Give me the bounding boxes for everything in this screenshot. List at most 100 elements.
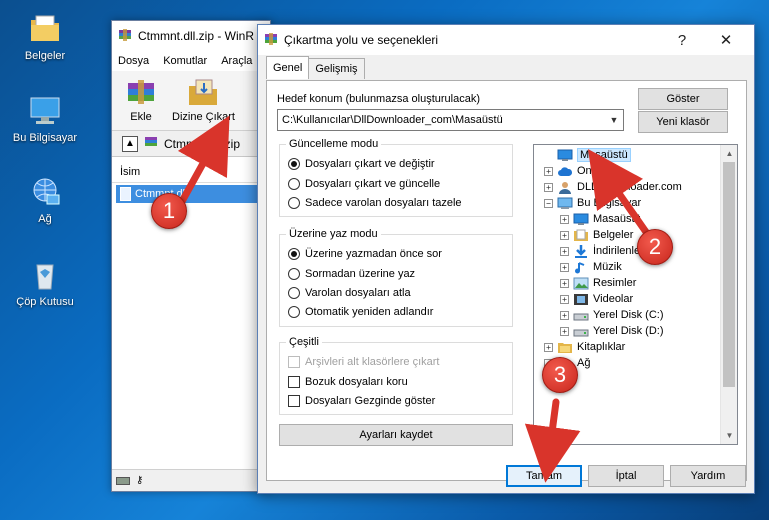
desktop-icon-recycle-bin[interactable]: Çöp Kutusu <box>3 258 87 308</box>
misc-option-subfolders: Arşivleri alt klasörlere çıkart <box>288 356 439 368</box>
checkbox[interactable] <box>288 376 300 388</box>
scrollbar-thumb[interactable] <box>723 162 735 387</box>
close-button[interactable]: ✕ <box>704 25 748 55</box>
chevron-down-icon[interactable]: ▼ <box>605 110 623 130</box>
help-title-button[interactable]: ? <box>660 25 704 55</box>
tree-node-12[interactable]: + Kitaplıklar <box>544 339 625 355</box>
expand-icon[interactable]: + <box>560 214 569 224</box>
tree-node-9[interactable]: + Videolar <box>560 291 633 307</box>
misc-option-show-in-explorer[interactable]: Dosyaları Gezginde göster <box>288 395 435 407</box>
desktop-icon-documents[interactable]: Belgeler <box>3 12 87 62</box>
column-header-label: İsim <box>120 165 141 178</box>
tab-general[interactable]: Genel <box>266 56 310 79</box>
extract-to-button[interactable]: Dizine Çıkart <box>172 77 235 130</box>
tree-node-label: Belgeler <box>593 229 634 241</box>
tree-node-label: Resimler <box>593 277 637 289</box>
radio-unselected[interactable] <box>288 287 300 299</box>
status-bar: ⚷ <box>112 469 270 491</box>
update-mode-option-update[interactable]: Dosyaları çıkart ve güncelle <box>288 178 440 190</box>
tree-node-11[interactable]: + Yerel Disk (D:) <box>560 323 664 339</box>
tree-node-label: Müzik <box>593 261 622 273</box>
overwrite-option-rename[interactable]: Otomatik yeniden adlandır <box>288 306 433 318</box>
tree-node-5[interactable]: + Belgeler <box>560 227 633 243</box>
column-header-name[interactable]: İsim <box>112 161 270 183</box>
radio-selected[interactable] <box>288 158 300 170</box>
show-button[interactable]: Göster <box>638 88 728 110</box>
up-folder-icon[interactable]: ▲ <box>122 135 138 152</box>
add-button[interactable]: Ekle <box>124 77 158 130</box>
expand-icon[interactable]: + <box>544 342 553 352</box>
expand-icon[interactable]: + <box>544 166 553 176</box>
option-label: Sormadan üzerine yaz <box>305 268 416 280</box>
add-button-label: Ekle <box>130 111 152 123</box>
menu-item-file[interactable]: Dosya <box>118 55 149 67</box>
option-label: Otomatik yeniden adlandır <box>305 306 434 318</box>
computer-icon <box>557 197 573 210</box>
tree-node-label: Masaüstü <box>593 213 641 225</box>
radio-selected[interactable] <box>288 248 300 260</box>
overwrite-option-ask[interactable]: Üzerine yazmadan önce sor <box>288 248 442 260</box>
misc-option-keep-broken[interactable]: Bozuk dosyaları koru <box>288 376 408 388</box>
tree-node-7[interactable]: + Müzik <box>560 259 622 275</box>
expand-icon[interactable]: + <box>560 294 569 304</box>
tree-node-0[interactable]: Masaüstü <box>544 147 631 163</box>
option-label: Dosyaları çıkart ve güncelle <box>305 178 441 190</box>
tab-advanced[interactable]: Gelişmiş <box>308 58 365 79</box>
menu-item-commands[interactable]: Komutlar <box>163 55 207 67</box>
expand-icon[interactable]: + <box>560 326 569 336</box>
collapse-icon[interactable]: − <box>544 198 553 208</box>
user-icon <box>557 181 573 194</box>
help-button[interactable]: Yardım <box>670 465 746 487</box>
expand-icon[interactable]: + <box>560 278 569 288</box>
checkbox[interactable] <box>288 395 300 407</box>
tree-node-8[interactable]: + Resimler <box>560 275 636 291</box>
tree-node-label: OneDrive <box>577 165 624 177</box>
pictures-icon <box>573 277 589 290</box>
tree-node-2[interactable]: + DLL Downloader.com <box>544 179 682 195</box>
tree-node-4[interactable]: + Masaüstü <box>560 211 641 227</box>
radio-unselected[interactable] <box>288 306 300 318</box>
radio-unselected[interactable] <box>288 178 300 190</box>
library-icon <box>557 341 573 354</box>
cancel-button[interactable]: İptal <box>588 465 664 487</box>
overwrite-mode-group: Üzerine yaz modu Üzerine yazmadan önce s… <box>279 228 513 327</box>
update-mode-option-refresh[interactable]: Sadece varolan dosyaları tazele <box>288 197 462 209</box>
save-settings-button[interactable]: Ayarları kaydet <box>279 424 513 446</box>
update-mode-option-replace[interactable]: Dosyaları çıkart ve değiştir <box>288 158 435 170</box>
target-path-combobox[interactable]: C:\Kullanıcılar\DllDownloader_com\Masaüs… <box>277 109 624 131</box>
cloud-icon <box>557 165 573 178</box>
new-folder-button[interactable]: Yeni klasör <box>638 111 728 133</box>
radio-unselected[interactable] <box>288 197 300 209</box>
desktop-icon-network[interactable]: Ağ <box>3 175 87 225</box>
overwrite-option-skip[interactable]: Varolan dosyaları atla <box>288 287 411 299</box>
scroll-up-arrow-icon[interactable]: ▲ <box>721 145 737 162</box>
drive-icon <box>573 309 589 322</box>
expand-icon[interactable]: + <box>560 246 569 256</box>
tree-node-1[interactable]: + OneDrive <box>544 163 623 179</box>
ok-button[interactable]: Tamam <box>506 465 582 487</box>
menu-item-tools[interactable]: Araçla <box>221 55 252 67</box>
overwrite-option-without-asking[interactable]: Sormadan üzerine yaz <box>288 268 415 280</box>
general-tab-panel: Hedef konum (bulunmazsa oluşturulacak) C… <box>266 80 747 481</box>
tree-scrollbar[interactable]: ▲ ▼ <box>720 145 737 444</box>
radio-unselected[interactable] <box>288 268 300 280</box>
tree-node-6[interactable]: + İndirilenler <box>560 243 644 259</box>
music-icon <box>573 261 589 274</box>
expand-icon[interactable]: + <box>560 230 569 240</box>
tree-node-3[interactable]: − Bu Bilgisayar <box>544 195 641 211</box>
address-path[interactable]: Ctmmnt.dll.zip <box>164 137 240 151</box>
tree-node-10[interactable]: + Yerel Disk (C:) <box>560 307 664 323</box>
folder-icon <box>27 12 63 46</box>
scroll-down-arrow-icon[interactable]: ▼ <box>721 427 737 444</box>
tree-node-label: Kitaplıklar <box>577 341 626 353</box>
toolbar: Ekle Dizine Çıkart <box>112 71 270 131</box>
desktop-icon-this-pc[interactable]: Bu Bilgisayar <box>3 94 87 144</box>
file-row[interactable]: Ctmmnt.dll <box>116 185 266 203</box>
expand-icon[interactable]: + <box>560 310 569 320</box>
menu-bar: Dosya Komutlar Araçla <box>112 51 270 71</box>
folder-tree[interactable]: ▲ ▼ Masaüstü + OneDrive + DLL Downloader.com… <box>533 144 738 445</box>
expand-icon[interactable]: + <box>560 262 569 272</box>
expand-icon[interactable]: + <box>544 182 553 192</box>
tree-node-label: Yerel Disk (D:) <box>593 325 664 337</box>
option-label: Arşivleri alt klasörlere çıkart <box>305 356 440 368</box>
